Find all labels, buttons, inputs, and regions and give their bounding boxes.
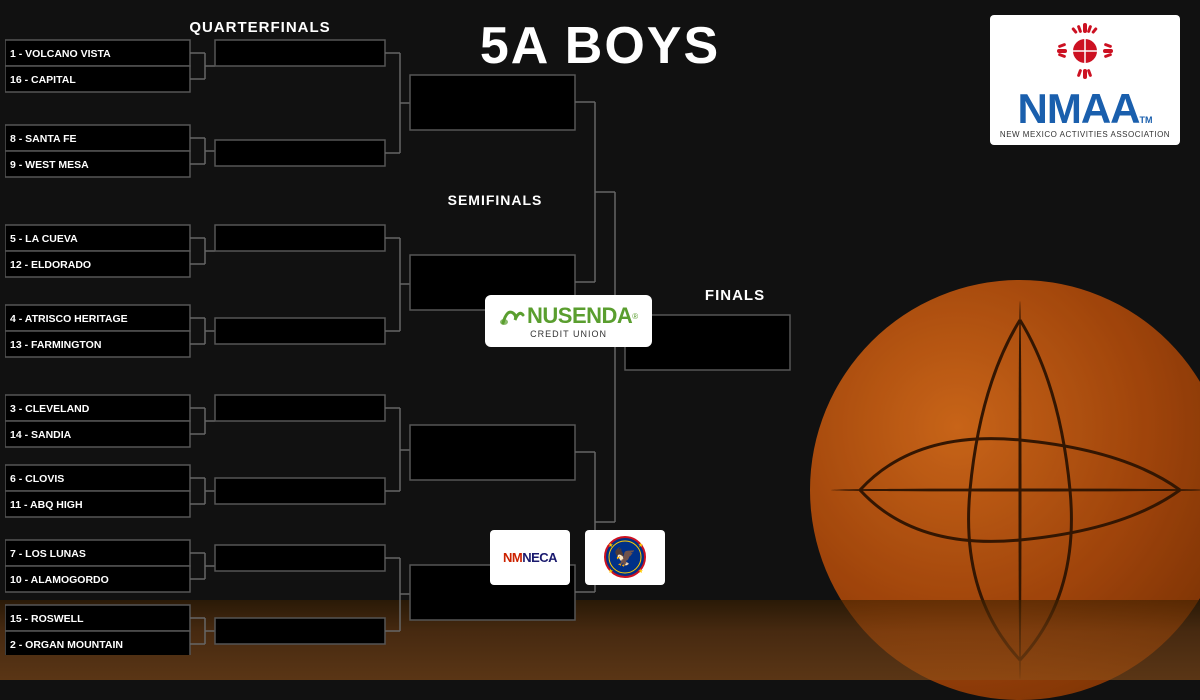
- nusenda-name: NUSENDA: [527, 303, 632, 329]
- svg-text:★: ★: [608, 542, 613, 549]
- title-area: 5A BOYS: [480, 20, 720, 72]
- main-title: 5A BOYS: [480, 20, 720, 72]
- svg-text:FINALS: FINALS: [705, 287, 765, 304]
- sponsors-row: NMNECA 🦅 ★ ★ ★ ★: [490, 530, 665, 585]
- svg-text:10 - ALAMOGORDO: 10 - ALAMOGORDO: [10, 574, 109, 586]
- svg-text:7 - LOS LUNAS: 7 - LOS LUNAS: [10, 548, 86, 560]
- nm-state-logo: 🦅 ★ ★ ★ ★: [585, 530, 665, 585]
- svg-text:16 - CAPITAL: 16 - CAPITAL: [10, 74, 76, 86]
- svg-text:★: ★: [638, 568, 643, 575]
- nusenda-subtitle: CREDIT UNION: [530, 329, 607, 339]
- nmaa-logo: NMAA TM NEW MEXICO ACTIVITIES ASSOCIATIO…: [990, 15, 1180, 145]
- svg-text:3 - CLEVELAND: 3 - CLEVELAND: [10, 403, 90, 415]
- svg-text:4 - ATRISCO HERITAGE: 4 - ATRISCO HERITAGE: [10, 313, 128, 325]
- svg-text:SEMIFINALS: SEMIFINALS: [448, 192, 543, 208]
- svg-text:9 - WEST MESA: 9 - WEST MESA: [10, 159, 89, 171]
- nmneca-logo: NMNECA: [490, 530, 570, 585]
- svg-text:🦅: 🦅: [613, 546, 635, 567]
- bracket-container: QUARTERFINALS SEMIFINALS FINALS 1 - VOLC…: [5, 10, 865, 655]
- nmaa-tm: TM: [1139, 115, 1152, 125]
- svg-text:2 - ORGAN MOUNTAIN: 2 - ORGAN MOUNTAIN: [10, 639, 123, 651]
- svg-text:★: ★: [638, 542, 643, 549]
- nusenda-sponsor: NUSENDA ® CREDIT UNION: [485, 295, 652, 347]
- svg-text:1 - VOLCANO VISTA: 1 - VOLCANO VISTA: [10, 48, 111, 60]
- svg-text:14 - SANDIA: 14 - SANDIA: [10, 429, 72, 441]
- svg-text:15 - ROSWELL: 15 - ROSWELL: [10, 613, 84, 625]
- svg-text:5 - LA CUEVA: 5 - LA CUEVA: [10, 233, 78, 245]
- svg-text:13 - FARMINGTON: 13 - FARMINGTON: [10, 339, 101, 351]
- svg-text:6 - CLOVIS: 6 - CLOVIS: [10, 473, 64, 485]
- nmaa-text: NMAA: [1018, 88, 1140, 130]
- svg-text:8 - SANTA FE: 8 - SANTA FE: [10, 133, 77, 145]
- nmaa-subtitle: NEW MEXICO ACTIVITIES ASSOCIATION: [1000, 130, 1170, 139]
- svg-text:12 - ELDORADO: 12 - ELDORADO: [10, 259, 91, 271]
- svg-text:QUARTERFINALS: QUARTERFINALS: [189, 19, 330, 36]
- svg-text:11 - ABQ HIGH: 11 - ABQ HIGH: [10, 499, 83, 511]
- svg-text:★: ★: [608, 568, 613, 575]
